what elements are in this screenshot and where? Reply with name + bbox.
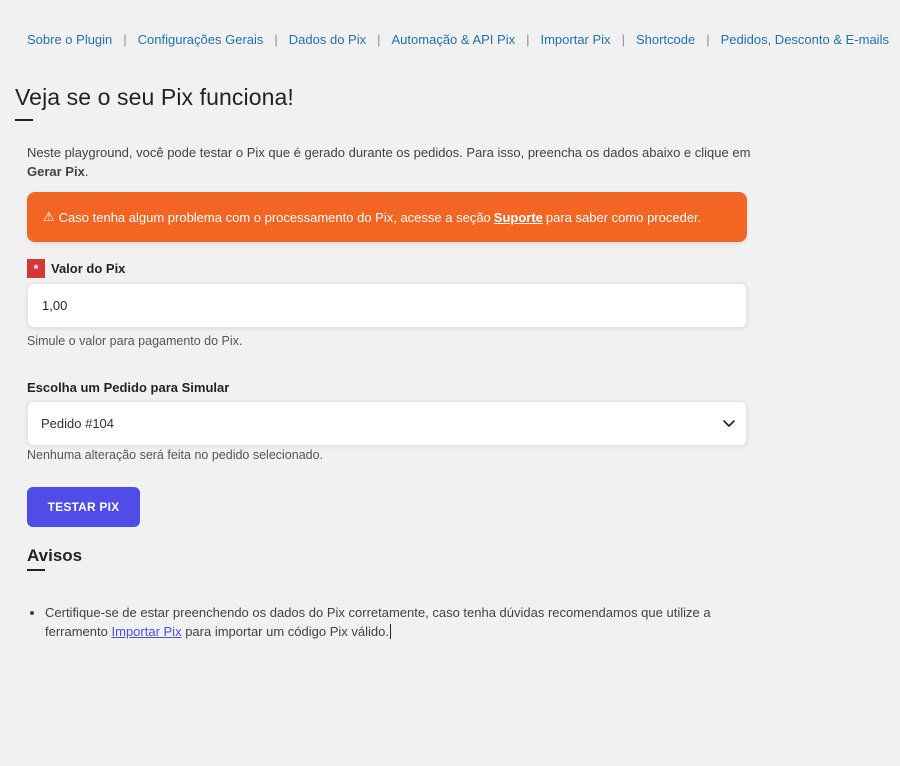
settings-tabs-nav: Sobre o Plugin | Configurações Gerais | Dado… [27,31,900,49]
tab-dados-do-pix[interactable]: Dados do Pix [289,32,366,47]
pedido-select[interactable]: Pedido #104 [27,401,747,446]
warning-alert: ⚠ Caso tenha algum problema com o proces… [27,192,747,242]
list-item: Certifique-se de estar preenchendo os da… [45,603,727,641]
nav-separator: | [377,32,381,47]
nav-separator: | [526,32,530,47]
warning-icon: ⚠ [43,209,55,224]
intro-bold: Gerar Pix [27,164,85,179]
suporte-link[interactable]: Suporte [494,210,543,225]
nav-separator: | [706,32,710,47]
importar-pix-link[interactable]: Importar Pix [112,624,182,639]
pedido-label: Escolha um Pedido para Simular [27,380,230,395]
pedido-help: Nenhuma alteração será feita no pedido s… [27,448,324,462]
intro-text: Neste playground, você pode testar o Pix… [27,143,757,181]
tab-automacao-api-pix[interactable]: Automação & API Pix [392,32,516,47]
nav-separator: | [123,32,127,47]
avisos-underline [27,569,45,571]
chevron-down-icon [723,420,735,427]
pedido-selected-value: Pedido #104 [41,416,115,431]
valor-input[interactable] [27,283,747,328]
valor-help: Simule o valor para pagamento do Pix. [27,334,243,348]
alert-text-after: para saber como proceder. [545,209,702,225]
nav-separator: | [621,32,625,47]
avisos-heading: Avisos [27,546,83,565]
tab-configuracoes-gerais[interactable]: Configurações Gerais [138,32,264,47]
nav-separator: | [274,32,278,47]
page-title: Veja se o seu Pix funciona! [15,84,294,110]
tab-sobre-o-plugin[interactable]: Sobre o Plugin [27,32,112,47]
title-underline [15,119,33,121]
text-cursor [389,624,391,639]
alert-text-before: Caso tenha algum problema com o processa… [58,209,491,225]
avisos-list: Certifique-se de estar preenchendo os da… [27,603,727,641]
valor-label: Valor do Pix [51,261,126,276]
tab-pedidos-desconto-emails[interactable]: Pedidos, Desconto & E-mails [721,32,889,47]
required-marker: * [27,259,45,278]
tab-importar-pix[interactable]: Importar Pix [540,32,610,47]
intro-text-main: Neste playground, você pode testar o Pix… [27,145,751,160]
notice-text-after: para importar um código Pix válido. [185,624,389,639]
tab-shortcode[interactable]: Shortcode [636,32,695,47]
intro-end: . [84,164,89,179]
testar-pix-button[interactable]: TESTAR PIX [27,487,140,527]
